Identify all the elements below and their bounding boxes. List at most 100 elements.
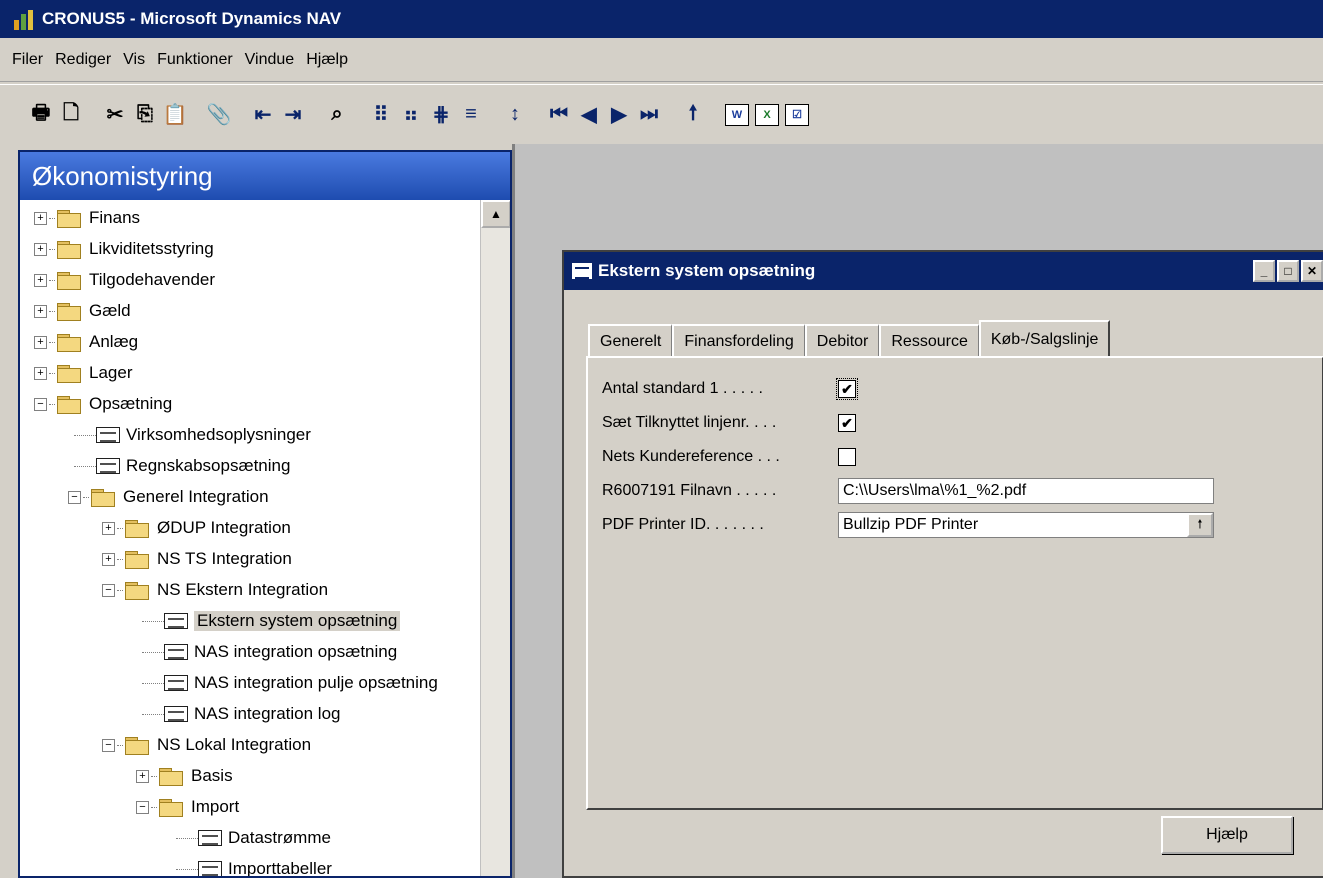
tree-item[interactable]: + Finans: [34, 204, 140, 232]
help-button[interactable]: Hjælp: [1161, 816, 1293, 854]
form-icon: [198, 830, 222, 846]
expand-icon[interactable]: +: [34, 335, 47, 349]
antal-standard-checkbox[interactable]: ✔: [836, 378, 858, 400]
tree-item[interactable]: Datastrømme: [170, 824, 331, 852]
find-icon[interactable]: ⌕: [322, 100, 352, 130]
expand-icon[interactable]: +: [102, 521, 115, 535]
send-to-word-icon[interactable]: W: [725, 103, 749, 126]
send-to-form-icon[interactable]: ☑: [785, 103, 809, 126]
last-record-icon[interactable]: ⏭: [634, 100, 664, 130]
tree-item[interactable]: − Opsætning: [34, 390, 172, 418]
saet-tilknyttet-checkbox[interactable]: ✔: [838, 414, 856, 432]
expand-icon[interactable]: +: [102, 552, 115, 566]
tree-item[interactable]: Ekstern system opsætning: [136, 607, 401, 635]
attachment-icon[interactable]: 📎: [204, 100, 234, 130]
tree-item[interactable]: Virksomhedsoplysninger: [68, 421, 311, 449]
expand-icon[interactable]: +: [136, 769, 149, 783]
collapse-icon[interactable]: −: [68, 490, 81, 504]
expand-icon[interactable]: +: [34, 304, 47, 318]
tree-item[interactable]: NAS integration log: [136, 700, 340, 728]
tree-item[interactable]: NAS integration opsætning: [136, 638, 397, 666]
indent-left-icon[interactable]: ⇤: [248, 100, 278, 130]
filnavn-input[interactable]: C:\\Users\lma\%1_%2.pdf: [838, 478, 1214, 504]
window-title: CRONUS5 - Microsoft Dynamics NAV: [42, 9, 342, 28]
tab-debitor[interactable]: Debitor: [804, 324, 880, 358]
menu-rediger[interactable]: Rediger: [49, 51, 117, 69]
field-filter-icon[interactable]: ⠿: [366, 100, 396, 130]
collapse-icon[interactable]: −: [102, 738, 115, 752]
copy-icon[interactable]: ⎘: [130, 100, 160, 130]
flow-filter-icon[interactable]: ⋕: [426, 100, 456, 130]
tree-item-label: NAS integration opsætning: [194, 642, 398, 661]
tab-ressource[interactable]: Ressource: [879, 324, 979, 358]
tree-item-label: NS TS Integration: [157, 549, 292, 568]
tree-item-label: Virksomhedsoplysninger: [126, 425, 311, 444]
lookup-arrow-icon[interactable]: 🠕: [1187, 513, 1213, 537]
tree-item[interactable]: Importtabeller: [170, 855, 332, 876]
menu-hjaelp[interactable]: Hjælp: [300, 51, 354, 69]
lookup-up-icon[interactable]: 🠕: [678, 100, 708, 130]
navigation-scrollbar[interactable]: ▲: [480, 200, 510, 876]
indent-right-icon[interactable]: ⇥: [278, 100, 308, 130]
tree-item[interactable]: + Gæld: [34, 297, 131, 325]
ekstern-system-dialog: Ekstern system opsætning _ □ ✕ Generelt …: [562, 250, 1323, 878]
expand-icon[interactable]: +: [34, 273, 47, 287]
table-filter-icon[interactable]: ⠶: [396, 100, 426, 130]
tree-item[interactable]: NAS integration pulje opsætning: [136, 669, 438, 697]
tree-item[interactable]: + Likviditetsstyring: [34, 235, 214, 263]
toolbar: 🖶 🗋 ✂ ⎘ 📋 📎 ⇤ ⇥ ⌕ ⠿ ⠶ ⋕ ≡ ↕ ⏮ ◀ ▶ ⏭ 🠕 W …: [0, 84, 1323, 144]
tab-generelt[interactable]: Generelt: [588, 324, 673, 358]
close-button[interactable]: ✕: [1301, 260, 1323, 282]
menu-vindue[interactable]: Vindue: [239, 51, 301, 69]
pdf-printer-input[interactable]: Bullzip PDF Printer 🠕: [838, 512, 1214, 538]
cut-icon[interactable]: ✂: [100, 100, 130, 130]
paste-icon[interactable]: 📋: [160, 100, 190, 130]
tree-item[interactable]: + Basis: [136, 762, 233, 790]
previous-record-icon[interactable]: ◀: [574, 100, 604, 130]
send-to-excel-icon[interactable]: X: [755, 103, 779, 126]
tree-item[interactable]: − NS Ekstern Integration: [102, 576, 328, 604]
tab-koeb-salgslinje[interactable]: Køb-/Salgslinje: [978, 320, 1111, 358]
form-icon: [164, 706, 188, 722]
minimize-button[interactable]: _: [1253, 260, 1275, 282]
show-all-icon[interactable]: ≡: [456, 100, 486, 130]
scroll-up-button[interactable]: ▲: [481, 200, 510, 228]
collapse-icon[interactable]: −: [136, 800, 149, 814]
tree-item[interactable]: − Generel Integration: [68, 483, 269, 511]
form-icon: [164, 613, 188, 629]
form-icon: [96, 427, 120, 443]
app-titlebar: CRONUS5 - Microsoft Dynamics NAV: [0, 0, 1323, 38]
tree-item-label: Datastrømme: [228, 828, 331, 847]
menu-filer[interactable]: Filer: [6, 51, 49, 69]
tree-item[interactable]: + Anlæg: [34, 328, 138, 356]
folder-icon: [55, 333, 83, 352]
tree-item-label: Gæld: [89, 301, 131, 320]
nets-kundereference-checkbox[interactable]: [838, 448, 856, 466]
collapse-icon[interactable]: −: [34, 397, 47, 411]
collapse-icon[interactable]: −: [102, 583, 115, 597]
tab-finansfordeling[interactable]: Finansfordeling: [672, 324, 805, 358]
sort-icon[interactable]: ↕: [500, 100, 530, 130]
folder-icon: [55, 240, 83, 259]
menu-vis[interactable]: Vis: [117, 51, 151, 69]
tree-item-label: Regnskabsopsætning: [126, 456, 291, 475]
menu-funktioner[interactable]: Funktioner: [151, 51, 239, 69]
expand-icon[interactable]: +: [34, 366, 47, 380]
tree-item[interactable]: + Tilgodehavender: [34, 266, 215, 294]
expand-icon[interactable]: +: [34, 242, 47, 256]
tree-item[interactable]: + Lager: [34, 359, 132, 387]
form-icon: [198, 861, 222, 876]
next-record-icon[interactable]: ▶: [604, 100, 634, 130]
tree-item[interactable]: + NS TS Integration: [102, 545, 292, 573]
expand-icon[interactable]: +: [34, 211, 47, 225]
tree-item[interactable]: − NS Lokal Integration: [102, 731, 311, 759]
maximize-button[interactable]: □: [1277, 260, 1299, 282]
navigation-pane: Økonomistyring + Finans + Likviditetsstyrin…: [18, 150, 512, 878]
print-preview-icon[interactable]: 🗋: [56, 100, 86, 130]
print-icon[interactable]: 🖶: [26, 100, 56, 130]
tree-item-label: NS Ekstern Integration: [157, 580, 329, 599]
tree-item[interactable]: + ØDUP Integration: [102, 514, 291, 542]
tree-item[interactable]: − Import: [136, 793, 239, 821]
tree-item[interactable]: Regnskabsopsætning: [68, 452, 290, 480]
first-record-icon[interactable]: ⏮: [544, 100, 574, 130]
